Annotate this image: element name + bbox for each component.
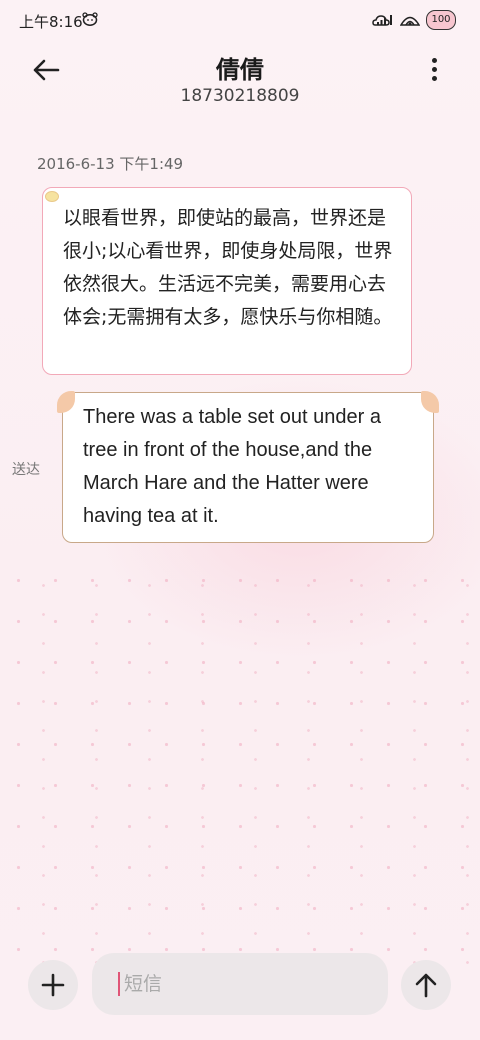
bubble-ear-icon [57, 391, 75, 413]
plus-icon [41, 973, 65, 997]
battery-icon: 100 [426, 10, 456, 30]
contact-phone: 18730218809 [180, 86, 300, 106]
delivery-status: 送达 [12, 462, 40, 478]
cloud-signal-icon [372, 15, 392, 26]
message-text: There was a table set out under a tree i… [83, 406, 381, 527]
bubble-decoration-icon [45, 191, 59, 202]
wifi-icon [400, 16, 420, 26]
text-caret [118, 972, 120, 996]
status-icons: 100 [372, 10, 456, 30]
bubble-ear-icon [421, 391, 439, 413]
more-options-button[interactable] [420, 54, 448, 84]
arrow-up-icon [415, 973, 437, 998]
message-text: 以眼看世界，即使站的最高，世界还是很小;以心看世界，即使身处局限，世界依然很大。… [63, 207, 393, 328]
outgoing-message-bubble[interactable]: There was a table set out under a tree i… [57, 391, 439, 543]
more-vertical-icon [431, 66, 437, 72]
status-time: 上午8:16 [19, 13, 83, 31]
background-dots [0, 560, 480, 980]
more-vertical-icon [431, 57, 437, 63]
mascot-icon [82, 12, 98, 26]
add-attachment-button[interactable] [28, 960, 78, 1010]
message-date: 2016-6-13 下午1:49 [37, 155, 184, 173]
contact-name: 倩倩 [216, 56, 264, 84]
send-button[interactable] [401, 960, 451, 1010]
message-input-container[interactable] [92, 953, 388, 1015]
message-input[interactable] [122, 972, 366, 996]
status-bar: 上午8:16 100 [0, 0, 480, 40]
incoming-message-bubble[interactable]: 以眼看世界，即使站的最高，世界还是很小;以心看世界，即使身处局限，世界依然很大。… [42, 187, 412, 375]
more-vertical-icon [431, 75, 437, 81]
